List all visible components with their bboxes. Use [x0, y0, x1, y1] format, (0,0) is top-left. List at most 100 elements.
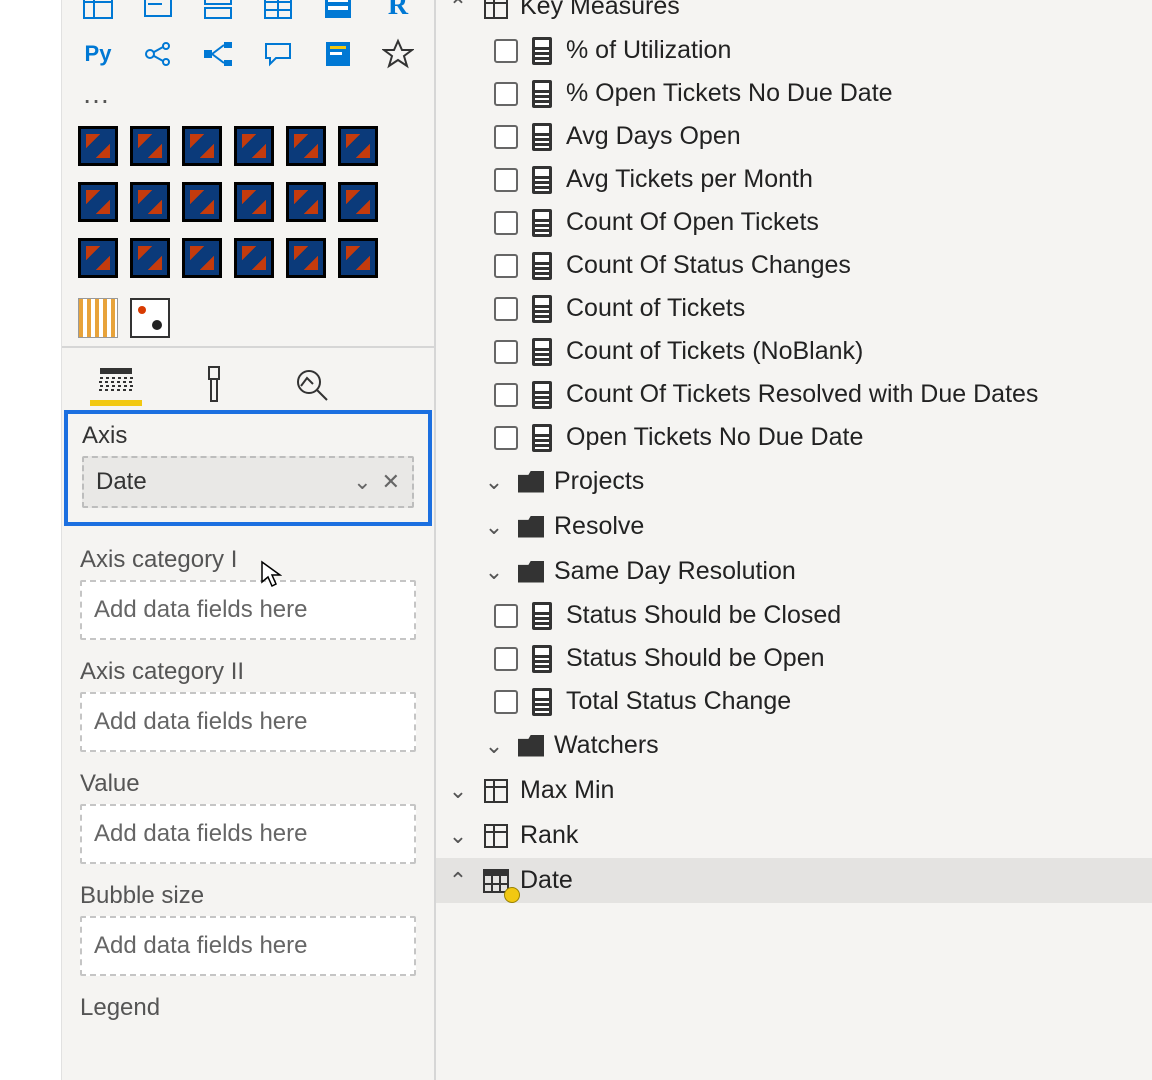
- table-max-min[interactable]: ⌄ Max Min: [436, 768, 1152, 813]
- viz-slicer-icon[interactable]: [318, 0, 358, 26]
- field-label: % Open Tickets No Due Date: [566, 79, 893, 108]
- folder-row[interactable]: ⌄ Same Day Resolution: [436, 549, 1152, 594]
- chevron-down-icon[interactable]: ⌄: [480, 733, 508, 759]
- custom-viz-icon[interactable]: [182, 238, 222, 278]
- custom-viz-icon[interactable]: [234, 182, 274, 222]
- chevron-up-icon[interactable]: ⌃: [444, 0, 472, 20]
- viz-qna-icon[interactable]: [258, 34, 298, 74]
- folder-row[interactable]: ⌄ Resolve: [436, 504, 1152, 549]
- custom-viz-icon[interactable]: [182, 182, 222, 222]
- field-label: Count of Tickets (NoBlank): [566, 337, 863, 366]
- custom-viz-icon[interactable]: [130, 182, 170, 222]
- table-icon: [482, 867, 510, 895]
- measure-field[interactable]: Status Should be Open: [436, 637, 1152, 680]
- viz-r-icon[interactable]: R: [378, 0, 418, 26]
- custom-viz-icon[interactable]: [130, 238, 170, 278]
- custom-viz-heatmap-icon[interactable]: [78, 298, 118, 338]
- field-checkbox[interactable]: [494, 426, 518, 450]
- custom-viz-icon[interactable]: [234, 126, 274, 166]
- measure-icon: [532, 123, 552, 151]
- measure-icon: [532, 602, 552, 630]
- tab-analytics-icon[interactable]: [286, 362, 338, 406]
- viz-table-icon[interactable]: [258, 0, 298, 26]
- chevron-down-icon[interactable]: ⌄: [444, 778, 472, 804]
- viz-narrative-icon[interactable]: [318, 34, 358, 74]
- field-checkbox[interactable]: [494, 211, 518, 235]
- custom-viz-icon[interactable]: [286, 126, 326, 166]
- viz-getmore-icon[interactable]: [378, 34, 418, 74]
- field-checkbox[interactable]: [494, 39, 518, 63]
- table-measure-icon: [482, 822, 510, 850]
- measure-field[interactable]: Count Of Tickets Resolved with Due Dates: [436, 373, 1152, 416]
- custom-viz-icon[interactable]: [338, 238, 378, 278]
- field-checkbox[interactable]: [494, 647, 518, 671]
- custom-viz-icon[interactable]: [338, 182, 378, 222]
- custom-viz-icon[interactable]: [130, 126, 170, 166]
- chevron-down-icon[interactable]: ⌄: [353, 469, 371, 495]
- viz-more-ellipsis[interactable]: …: [62, 78, 434, 118]
- measure-icon: [532, 37, 552, 65]
- viz-python-icon[interactable]: Py: [78, 34, 118, 74]
- field-checkbox[interactable]: [494, 604, 518, 628]
- chevron-down-icon[interactable]: ⌄: [480, 514, 508, 540]
- viz-decomposition-icon[interactable]: [198, 34, 238, 74]
- field-checkbox[interactable]: [494, 690, 518, 714]
- tab-fields-icon[interactable]: [90, 362, 142, 406]
- viz-matrix-icon[interactable]: [78, 0, 118, 26]
- measure-field[interactable]: Status Should be Closed: [436, 594, 1152, 637]
- measure-field[interactable]: % Open Tickets No Due Date: [436, 72, 1152, 115]
- measure-field[interactable]: Count of Tickets (NoBlank): [436, 330, 1152, 373]
- chevron-down-icon[interactable]: ⌄: [480, 469, 508, 495]
- measure-field[interactable]: Count of Tickets: [436, 287, 1152, 330]
- custom-viz-icon[interactable]: [234, 238, 274, 278]
- custom-viz-icon[interactable]: [78, 238, 118, 278]
- custom-viz-icon[interactable]: [78, 182, 118, 222]
- builtin-viz-row: R: [62, 0, 434, 30]
- measure-field[interactable]: Count Of Open Tickets: [436, 201, 1152, 244]
- custom-viz-icon[interactable]: [338, 126, 378, 166]
- chevron-up-icon[interactable]: ⌃: [444, 868, 472, 894]
- folder-name: Same Day Resolution: [554, 557, 796, 586]
- measure-field[interactable]: Open Tickets No Due Date: [436, 416, 1152, 459]
- measure-field[interactable]: Avg Days Open: [436, 115, 1152, 158]
- field-checkbox[interactable]: [494, 383, 518, 407]
- viz-property-tabs: [62, 346, 434, 406]
- tab-format-icon[interactable]: [188, 362, 240, 406]
- viz-keyinfluencers-icon[interactable]: [138, 34, 178, 74]
- field-label: % of Utilization: [566, 36, 731, 65]
- field-checkbox[interactable]: [494, 297, 518, 321]
- custom-viz-icon[interactable]: [182, 126, 222, 166]
- measure-field[interactable]: Count Of Status Changes: [436, 244, 1152, 287]
- folder-row[interactable]: ⌄ Projects: [436, 459, 1152, 504]
- chevron-down-icon[interactable]: ⌄: [480, 559, 508, 585]
- field-checkbox[interactable]: [494, 82, 518, 106]
- axis-field-pill[interactable]: Date ⌄ ✕: [82, 456, 414, 508]
- measure-field[interactable]: % of Utilization: [436, 29, 1152, 72]
- axis-cat2-dropzone[interactable]: Add data fields here: [80, 692, 416, 752]
- viz-multirow-icon[interactable]: [198, 0, 238, 26]
- chevron-down-icon[interactable]: ⌄: [444, 823, 472, 849]
- custom-viz-icon[interactable]: [78, 126, 118, 166]
- field-checkbox[interactable]: [494, 340, 518, 364]
- remove-field-icon[interactable]: ✕: [382, 469, 400, 495]
- folder-watchers[interactable]: ⌄ Watchers: [436, 723, 1152, 768]
- field-checkbox[interactable]: [494, 168, 518, 192]
- table-key-measures[interactable]: ⌃ Key Measures: [436, 0, 1152, 29]
- measure-field[interactable]: Avg Tickets per Month: [436, 158, 1152, 201]
- measure-icon: [532, 645, 552, 673]
- table-rank[interactable]: ⌄ Rank: [436, 813, 1152, 858]
- custom-viz-icon[interactable]: [286, 182, 326, 222]
- field-checkbox[interactable]: [494, 254, 518, 278]
- axis-cat1-dropzone[interactable]: Add data fields here: [80, 580, 416, 640]
- viz-card-icon[interactable]: [138, 0, 178, 26]
- table-date[interactable]: ⌃ Date: [436, 858, 1152, 903]
- value-dropzone[interactable]: Add data fields here: [80, 804, 416, 864]
- measure-field[interactable]: Total Status Change: [436, 680, 1152, 723]
- value-well-label: Value: [80, 770, 416, 798]
- table-in-use-badge-icon: [504, 887, 520, 903]
- folder-icon: [518, 735, 544, 757]
- bubble-dropzone[interactable]: Add data fields here: [80, 916, 416, 976]
- field-checkbox[interactable]: [494, 125, 518, 149]
- custom-viz-icon[interactable]: [286, 238, 326, 278]
- custom-viz-scatter-icon[interactable]: [130, 298, 170, 338]
